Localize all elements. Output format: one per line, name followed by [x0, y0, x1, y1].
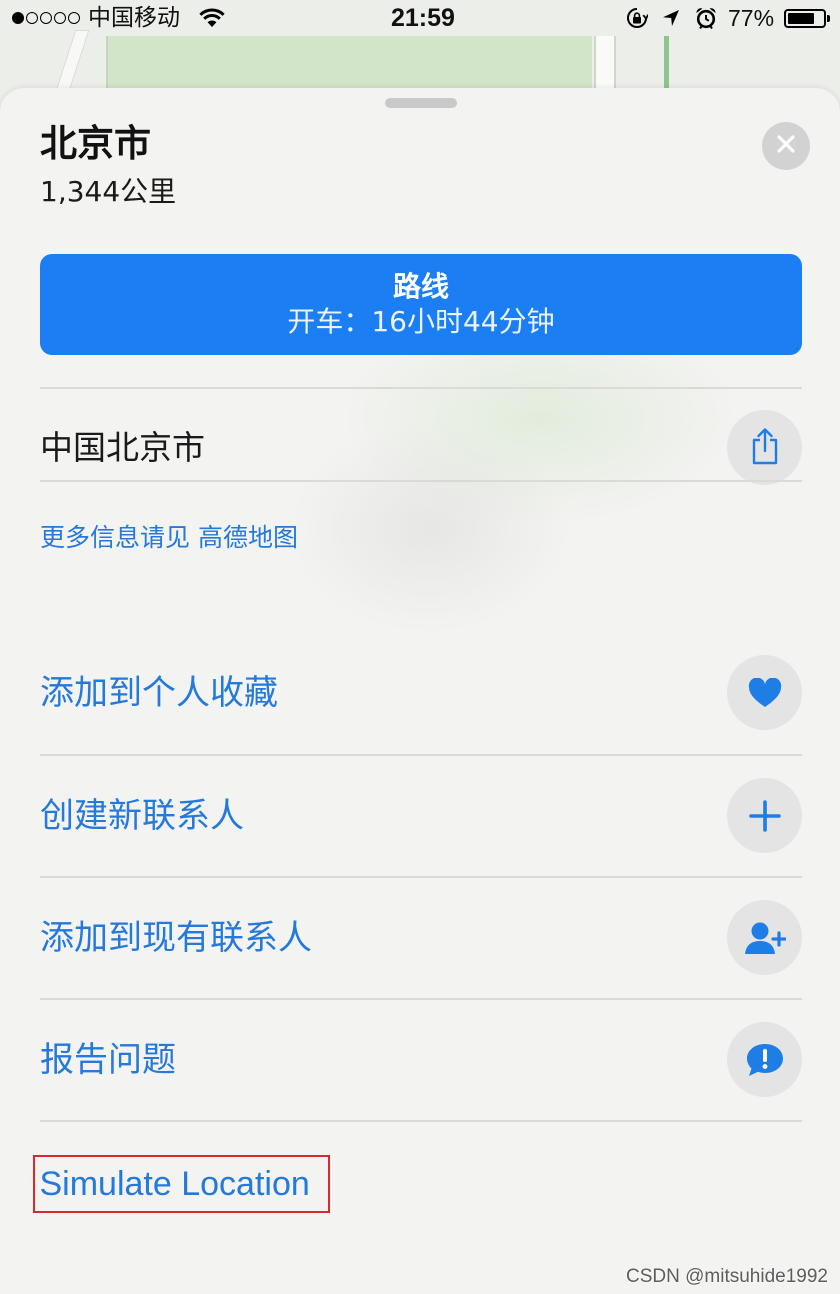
close-button[interactable]	[762, 122, 810, 170]
directions-button[interactable]: 路线 开车：16小时44分钟	[40, 254, 802, 355]
address-row: 中国北京市	[40, 410, 802, 485]
battery-percentage: 77%	[728, 5, 775, 31]
place-title: 北京市	[40, 122, 151, 165]
alarm-icon	[695, 7, 717, 30]
add-to-favorites-label: 添加到个人收藏	[40, 672, 278, 713]
action-row-report-issue[interactable]: 报告问题	[40, 1022, 802, 1097]
action-row-add-to-existing-contact[interactable]: 添加到现有联系人	[40, 900, 802, 975]
divider	[40, 876, 802, 878]
divider	[40, 754, 802, 756]
battery-icon	[784, 9, 830, 28]
rotation-lock-icon	[626, 7, 649, 29]
divider	[40, 998, 802, 1000]
add-person-icon[interactable]	[727, 900, 802, 975]
drive-time: 开车：16小时44分钟	[287, 305, 555, 338]
battery-level-fill	[788, 13, 815, 24]
signal-dot	[54, 12, 66, 24]
directions-label: 路线	[392, 270, 449, 303]
status-time: 21:59	[391, 4, 455, 32]
divider	[40, 387, 802, 389]
signal-dot	[26, 12, 38, 24]
share-icon	[751, 427, 779, 469]
watermark: CSDN @mitsuhide1992	[626, 1266, 828, 1287]
divider	[40, 480, 802, 482]
sheet-grabber-handle[interactable]	[385, 98, 457, 108]
signal-dot	[40, 12, 52, 24]
wifi-icon	[199, 8, 225, 28]
report-bubble-icon[interactable]	[727, 1022, 802, 1097]
share-button[interactable]	[727, 410, 802, 485]
carrier-name: 中国移动	[88, 5, 180, 31]
location-arrow-icon	[662, 9, 680, 27]
more-info-link[interactable]: 更多信息请见 高德地图	[40, 522, 298, 554]
place-address: 中国北京市	[40, 427, 205, 467]
place-distance: 1,344公里	[40, 175, 177, 208]
signal-strength-indicator	[12, 12, 80, 25]
simulate-location-button[interactable]: Simulate Location	[40, 1164, 310, 1204]
action-row-create-contact[interactable]: 创建新联系人	[40, 778, 802, 853]
close-icon	[776, 134, 796, 158]
signal-dot	[68, 12, 80, 24]
highlight-box: Simulate Location	[33, 1155, 330, 1213]
create-contact-label: 创建新联系人	[40, 795, 244, 836]
add-to-existing-contact-label: 添加到现有联系人	[40, 917, 312, 958]
status-bar: 中国移动 21:59 77%	[0, 0, 840, 38]
action-row-add-to-favorites[interactable]: 添加到个人收藏	[40, 655, 802, 730]
report-issue-label: 报告问题	[40, 1039, 176, 1080]
heart-icon[interactable]	[727, 655, 802, 730]
place-card: 北京市 1,344公里 路线 开车：16小时44分钟 中国北京市 更多信息请见 …	[0, 88, 840, 1294]
signal-dot	[12, 12, 24, 24]
divider	[40, 1120, 802, 1122]
plus-icon[interactable]	[727, 778, 802, 853]
